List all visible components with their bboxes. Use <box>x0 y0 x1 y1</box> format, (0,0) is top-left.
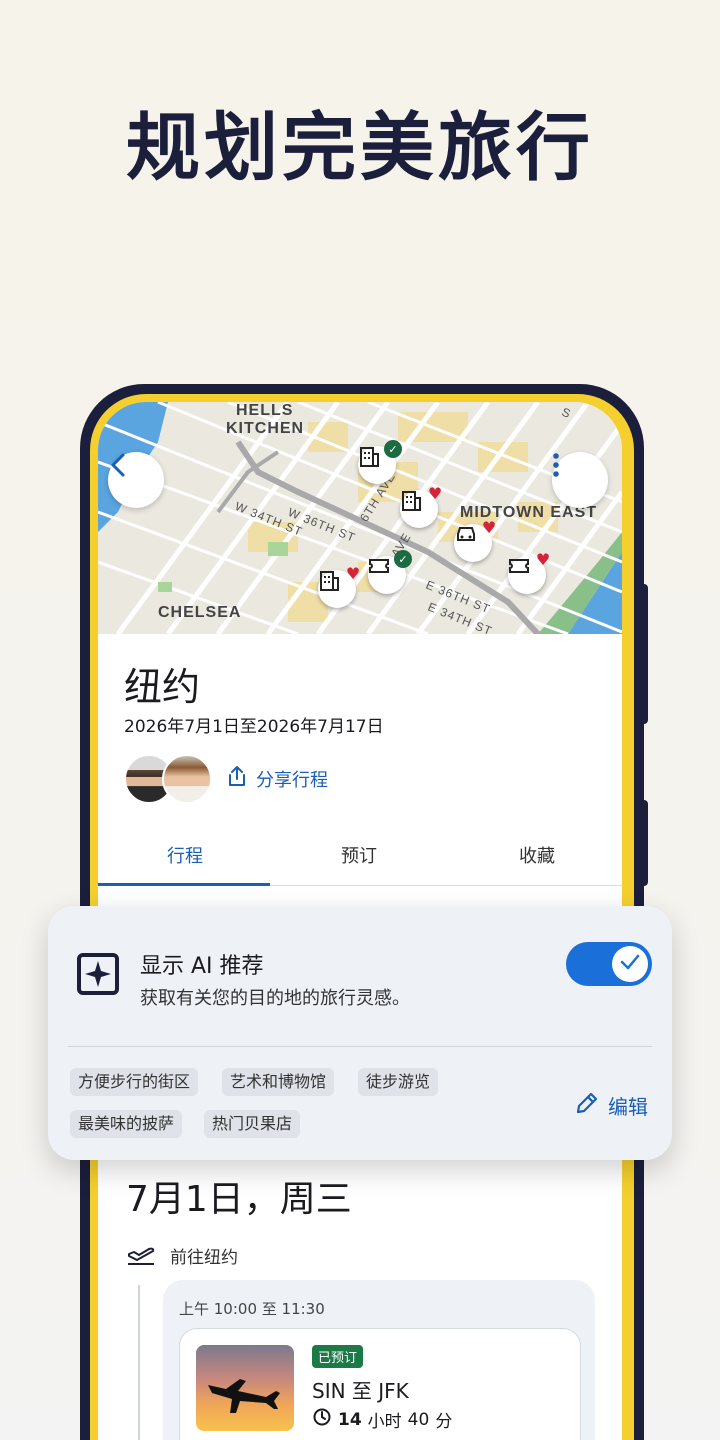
ai-subtitle: 获取有关您的目的地的旅行灵感。 <box>140 988 410 1009</box>
hotel-pin[interactable]: ♥ <box>318 564 360 608</box>
plane-takeoff-icon <box>126 1240 156 1271</box>
tab-bar: 行程 预订 收藏 <box>98 842 622 886</box>
edit-label: 编辑 <box>608 1095 648 1119</box>
ai-toggle[interactable] <box>566 942 652 986</box>
phone-side-button-lower <box>644 800 648 886</box>
pencil-icon <box>574 1090 600 1121</box>
flight-photo <box>196 1345 294 1431</box>
avatar[interactable] <box>162 754 212 804</box>
clock-icon <box>312 1407 332 1432</box>
flight-segment: 上午 10:00 至 11:30 已预订 SIN 至 JFK 14 小时 40 … <box>163 1280 595 1440</box>
status-badge: 已预订 <box>312 1345 364 1368</box>
check-badge-icon: ✓ <box>394 550 412 568</box>
tab-itinerary[interactable]: 行程 <box>98 842 272 868</box>
duration-minutes-unit: 分 <box>435 1412 453 1432</box>
share-trip-label: 分享行程 <box>256 769 328 791</box>
map-label-chelsea: CHELSEA <box>158 604 242 621</box>
heart-badge-icon: ♥ <box>427 483 443 503</box>
car-pin[interactable]: ♥ <box>454 518 496 562</box>
ai-title: 显示 AI 推荐 <box>140 954 264 979</box>
duration-minutes: 40 <box>407 1409 430 1430</box>
edit-button[interactable]: 编辑 <box>574 1090 648 1121</box>
airplane-icon <box>208 1379 280 1413</box>
hero-title: 规划完美旅行 <box>126 105 594 191</box>
tab-active-indicator <box>98 883 270 886</box>
flight-route: SIN 至 JFK <box>312 1379 409 1403</box>
interest-chip[interactable]: 最美味的披萨 <box>70 1110 183 1138</box>
interest-chip[interactable]: 方便步行的街区 <box>70 1068 199 1096</box>
check-badge-icon: ✓ <box>384 440 402 458</box>
day-title: 7月1日，周三 <box>126 1179 352 1220</box>
timeline-line <box>138 1285 140 1440</box>
phone-side-button <box>644 584 648 724</box>
heart-badge-icon: ♥ <box>345 563 361 583</box>
flight-card[interactable]: 已预订 SIN 至 JFK 14 小时 40 分 <box>179 1328 581 1440</box>
interest-chip[interactable]: 徒步游览 <box>358 1068 439 1096</box>
heart-badge-icon: ♥ <box>535 549 551 569</box>
trip-title: 纽约 <box>124 665 201 709</box>
check-icon <box>619 953 641 975</box>
leg-header: 前往纽约 <box>126 1240 238 1271</box>
share-icon <box>226 764 248 793</box>
back-button[interactable] <box>108 452 164 508</box>
hotel-pin[interactable]: ✓ <box>358 440 402 484</box>
map-label-kitchen: KITCHEN <box>226 420 305 437</box>
flight-time: 上午 10:00 至 11:30 <box>179 1300 325 1318</box>
ai-recommendations-card: 显示 AI 推荐 获取有关您的目的地的旅行灵感。 方便步行的街区 艺术和博物馆 … <box>48 906 672 1160</box>
map[interactable]: HELLS KITCHEN MIDTOWN EAST CHELSEA W 34T… <box>98 402 622 634</box>
interest-chip[interactable]: 艺术和博物馆 <box>222 1068 335 1096</box>
flight-duration: 14 小时 40 分 <box>312 1407 452 1432</box>
ai-sparkle-icon <box>76 952 120 1000</box>
more-options-button[interactable] <box>552 452 608 508</box>
duration-hours: 14 <box>338 1409 362 1430</box>
interest-chip[interactable]: 热门贝果店 <box>204 1110 301 1138</box>
toggle-knob <box>612 946 648 982</box>
ticket-pin[interactable]: ✓ <box>368 550 412 594</box>
ticket-pin[interactable]: ♥ <box>508 550 550 594</box>
duration-hours-unit: 小时 <box>367 1412 402 1432</box>
heart-badge-icon: ♥ <box>481 517 497 537</box>
leg-label: 前往纽约 <box>170 1248 238 1268</box>
tab-bookings[interactable]: 预订 <box>272 842 446 868</box>
trip-dates: 2026年7月1日至2026年7月17日 <box>124 717 384 737</box>
share-trip-button[interactable]: 分享行程 <box>226 764 328 793</box>
hotel-pin[interactable]: ♥ <box>400 484 442 528</box>
map-label-hells: HELLS <box>236 402 294 419</box>
divider <box>68 1046 652 1047</box>
tab-saved[interactable]: 收藏 <box>450 842 622 868</box>
